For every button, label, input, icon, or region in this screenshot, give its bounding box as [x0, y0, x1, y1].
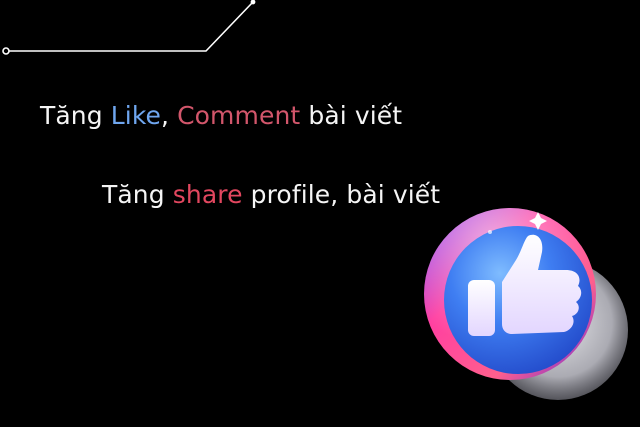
comment-word: Comment — [177, 101, 301, 130]
headline-2-prefix: Tăng — [102, 180, 173, 209]
headline-share: Tăng share profile, bài viết — [102, 180, 440, 209]
headline-1-prefix: Tăng — [40, 101, 111, 130]
thumbs-up-icon — [424, 208, 628, 400]
headline-2-suffix: profile, bài viết — [242, 180, 441, 209]
headline-1-comma: , — [161, 101, 178, 130]
like-word: Like — [110, 101, 162, 130]
share-word: share — [172, 180, 243, 209]
banner: Tăng Like, Comment bài viết Tăng share p… — [0, 0, 640, 427]
headline-1-suffix: bài viết — [300, 101, 403, 130]
headline-like-comment: Tăng Like, Comment bài viết — [40, 101, 402, 130]
